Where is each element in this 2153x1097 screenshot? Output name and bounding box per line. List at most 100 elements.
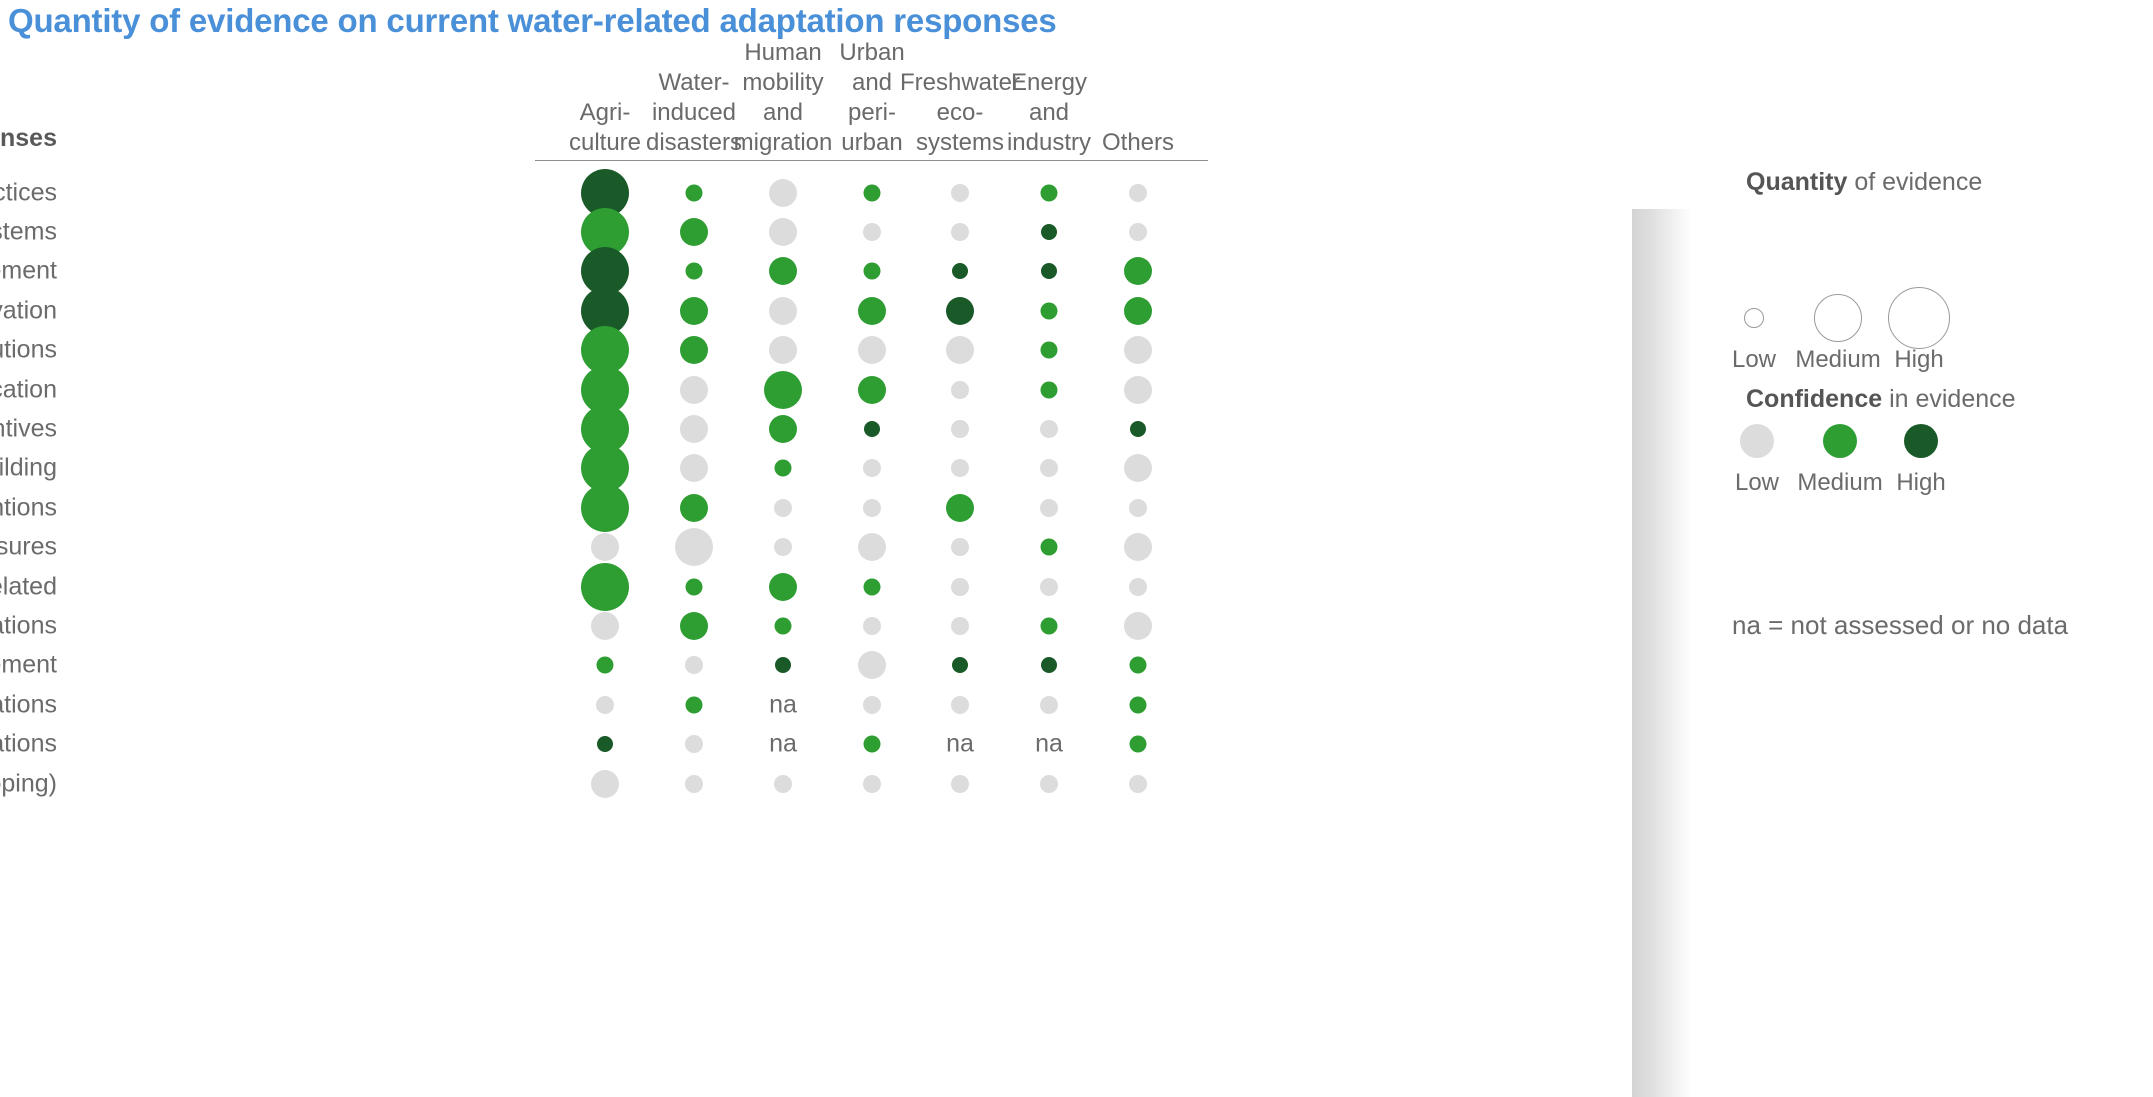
cell-dot [1129, 656, 1147, 674]
cell-dot [685, 775, 703, 793]
row-label: Economic/financial incentives [0, 414, 57, 443]
cell-dot [1124, 376, 1152, 404]
column-header-line: Energy [1010, 69, 1088, 96]
cell-dot [863, 459, 881, 477]
cell-dot [685, 262, 703, 280]
cell-dot [863, 499, 881, 517]
cell-dot [1041, 224, 1057, 240]
row-label: Water, ssanitation and hygiene (WASH) re… [0, 729, 57, 758]
confidence-legend-label: Medium [1797, 469, 1883, 496]
cell-na: na [946, 729, 974, 758]
cell-dot [581, 484, 629, 532]
cell-dot [1040, 775, 1058, 793]
cell-dot [1041, 263, 1057, 279]
row-label: Energy related adaptations [0, 690, 57, 719]
cell-dot [1124, 454, 1152, 482]
cell-dot [1040, 184, 1058, 202]
cell-dot [858, 376, 886, 404]
na-note: na = not assessed or no data [1732, 610, 2069, 640]
cell-dot [1129, 696, 1147, 714]
cell-dot [769, 573, 797, 601]
cell-dot [1124, 257, 1152, 285]
cell-dot [685, 578, 703, 596]
cell-dot [1129, 735, 1147, 753]
column-header-line: Others [1068, 128, 1208, 161]
cell-dot [951, 381, 969, 399]
cell-dot [769, 336, 797, 364]
cell-dot [680, 218, 708, 246]
quantity-legend-circle-low [1744, 308, 1764, 328]
cell-dot [769, 415, 797, 443]
cell-dot [1124, 297, 1152, 325]
cell-dot [951, 223, 969, 241]
cell-dot [680, 415, 708, 443]
panel-divider [1632, 209, 1692, 1097]
cell-dot [946, 494, 974, 522]
row-label: Agro-forestry and forestry interventions [0, 493, 57, 522]
cell-dot [863, 223, 881, 241]
quantity-legend-label: Low [1731, 346, 1777, 373]
cell-dot [1124, 612, 1152, 640]
cell-dot [1040, 578, 1058, 596]
row-label: Flood risk reduction measures [0, 532, 57, 561]
confidence-legend-label: High [1896, 469, 1946, 496]
row-label: Improved cultivars and agronomic practic… [0, 178, 57, 207]
confidence-legend-dot-low [1740, 424, 1774, 458]
row-label: Livestock and fishery related [0, 572, 57, 601]
legend-panel: Quantity of evidence Low Medium High Confi… [1700, 0, 2153, 1097]
cell-dot [863, 262, 881, 280]
column-header-line: eco- [936, 99, 984, 126]
confidence-legend-dot-medium [1823, 424, 1857, 458]
cell-dot [775, 657, 791, 673]
cell-dot [1124, 533, 1152, 561]
cell-dot [774, 617, 792, 635]
evidence-matrix: Water-related adaptation responses Agri-… [0, 0, 1640, 1097]
cell-dot [1040, 381, 1058, 399]
cell-dot [685, 696, 703, 714]
cell-dot [1040, 459, 1058, 477]
cell-dot [858, 533, 886, 561]
cell-dot [1040, 341, 1058, 359]
row-label: Changes in cropping pattern and crop sys… [0, 217, 57, 246]
confidence-legend-title: Confidence in evidence [1746, 385, 2016, 414]
cell-dot [685, 735, 703, 753]
cell-dot [591, 612, 619, 640]
quantity-legend-title: Quantity of evidence [1746, 168, 1982, 197]
cell-dot [952, 263, 968, 279]
row-label: Training and capacity building [0, 453, 57, 482]
cell-dot [863, 184, 881, 202]
cell-dot [863, 617, 881, 635]
cell-dot [680, 612, 708, 640]
cell-dot [1130, 421, 1146, 437]
cell-dot [680, 376, 708, 404]
column-header-line: and [851, 69, 893, 96]
cell-dot [946, 297, 974, 325]
cell-dot [863, 775, 881, 793]
cell-dot [597, 736, 613, 752]
cell-dot [1129, 184, 1147, 202]
cell-dot [1124, 336, 1152, 364]
cell-dot [864, 421, 880, 437]
cell-na: na [1035, 729, 1063, 758]
cell-dot [774, 538, 792, 556]
quantity-legend-title-rest: of evidence [1847, 168, 1983, 196]
cell-dot [680, 454, 708, 482]
cell-dot [596, 696, 614, 714]
cell-dot [951, 184, 969, 202]
column-header-line: Agri- [579, 99, 631, 126]
column-header-line: peri- [847, 99, 896, 126]
cell-dot [1129, 578, 1147, 596]
confidence-legend-title-rest: in evidence [1882, 385, 2016, 413]
cell-na: na [769, 729, 797, 758]
cell-dot [858, 336, 886, 364]
cell-dot [951, 578, 969, 596]
cell-dot [1040, 499, 1058, 517]
cell-dot [675, 528, 713, 566]
cell-dot [774, 499, 792, 517]
quantity-legend-label: High [1894, 346, 1944, 373]
cell-dot [1040, 617, 1058, 635]
row-label: Migration and off-farm diversification [0, 375, 57, 404]
row-label: Any other (includes coping) [0, 769, 57, 798]
quantity-legend-circle-high [1888, 287, 1950, 349]
cell-dot [1129, 499, 1147, 517]
